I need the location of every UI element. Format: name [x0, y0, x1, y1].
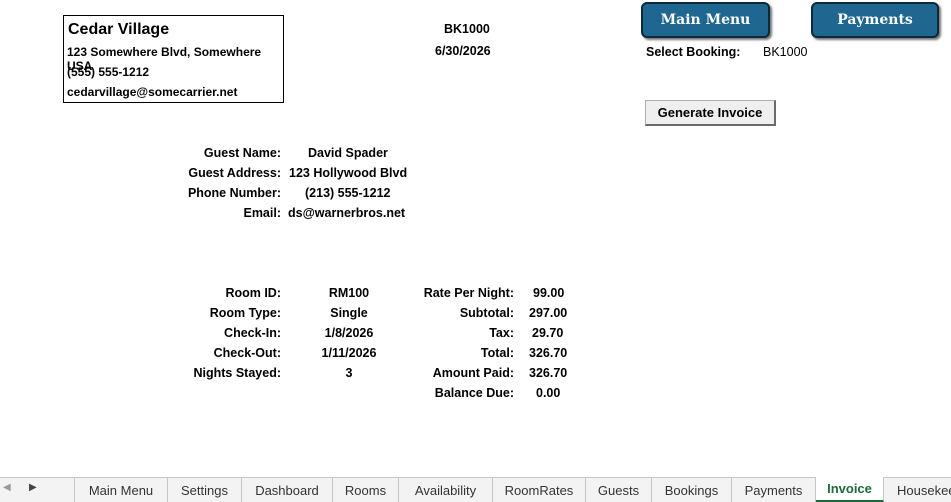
guest-phone-label: Phone Number: [187, 186, 281, 200]
company-info-box: Cedar Village 123 Somewhere Blvd, Somewh… [63, 15, 284, 103]
guest-email-label: Email: [243, 206, 281, 220]
guest-email: ds@warnerbros.net [288, 206, 406, 220]
check-out-date: 1/11/2026 [321, 346, 377, 360]
scroll-left-icon[interactable]: ◀ [3, 482, 11, 493]
guest-address-label: Guest Address: [188, 166, 281, 180]
company-email: cedarvillage@somecarrier.net [67, 85, 238, 99]
room-id-label: Room ID: [225, 286, 281, 300]
room-type: Single [330, 306, 368, 320]
guest-name: David Spader [308, 146, 388, 160]
select-booking-label: Select Booking: [646, 45, 741, 59]
nights-stayed: 3 [345, 366, 353, 380]
company-name: Cedar Village [68, 21, 170, 38]
check-in-date: 1/8/2026 [324, 326, 374, 340]
invoice-date: 6/30/2026 [435, 44, 491, 58]
tab-guests[interactable]: Guests [586, 478, 652, 502]
tab-housekeeping[interactable]: Housekee [884, 478, 951, 502]
room-type-label: Room Type: [209, 306, 281, 320]
amount-paid: 326.70 [529, 366, 568, 380]
invoice-booking-id: BK1000 [444, 22, 490, 36]
tab-payments[interactable]: Payments [732, 478, 816, 502]
select-booking-value[interactable]: BK1000 [763, 45, 807, 59]
main-menu-button[interactable]: Main Menu [641, 2, 770, 38]
balance-due: 0.00 [536, 386, 561, 400]
guest-name-label: Guest Name: [203, 146, 281, 160]
check-in-label: Check-In: [224, 326, 281, 340]
rate-per-night-label: Rate Per Night: [423, 286, 514, 300]
subtotal-label: Subtotal: [459, 306, 514, 320]
scroll-right-icon[interactable]: ▶ [29, 482, 37, 493]
guest-phone: (213) 555-1212 [305, 186, 391, 200]
tab-settings[interactable]: Settings [168, 478, 242, 502]
tab-dashboard[interactable]: Dashboard [242, 478, 333, 502]
nights-stayed-label: Nights Stayed: [193, 366, 281, 380]
company-phone: (555) 555-1212 [67, 65, 150, 79]
room-id: RM100 [328, 286, 370, 300]
subtotal: 297.00 [529, 306, 568, 320]
tab-availability[interactable]: Availability [399, 478, 493, 502]
payments-button[interactable]: Payments [811, 2, 939, 38]
check-out-label: Check-Out: [213, 346, 281, 360]
tax: 29.70 [532, 326, 564, 340]
tax-label: Tax: [489, 326, 514, 340]
tab-rooms[interactable]: Rooms [333, 478, 399, 502]
guest-address: 123 Hollywood Blvd [289, 166, 408, 180]
tab-main-menu[interactable]: Main Menu [74, 478, 168, 502]
total-label: Total: [480, 346, 514, 360]
generate-invoice-button[interactable]: Generate Invoice [645, 100, 776, 126]
sheet-tab-bar: ◀ ▶ Main Menu Settings Dashboard Rooms A… [0, 477, 951, 502]
balance-due-label: Balance Due: [434, 386, 514, 400]
tab-roomrates[interactable]: RoomRates [493, 478, 586, 502]
amount-paid-label: Amount Paid: [432, 366, 514, 380]
tab-bookings[interactable]: Bookings [652, 478, 732, 502]
total: 326.70 [529, 346, 568, 360]
tab-invoice[interactable]: Invoice [816, 477, 884, 502]
rate-per-night: 99.00 [533, 286, 565, 300]
